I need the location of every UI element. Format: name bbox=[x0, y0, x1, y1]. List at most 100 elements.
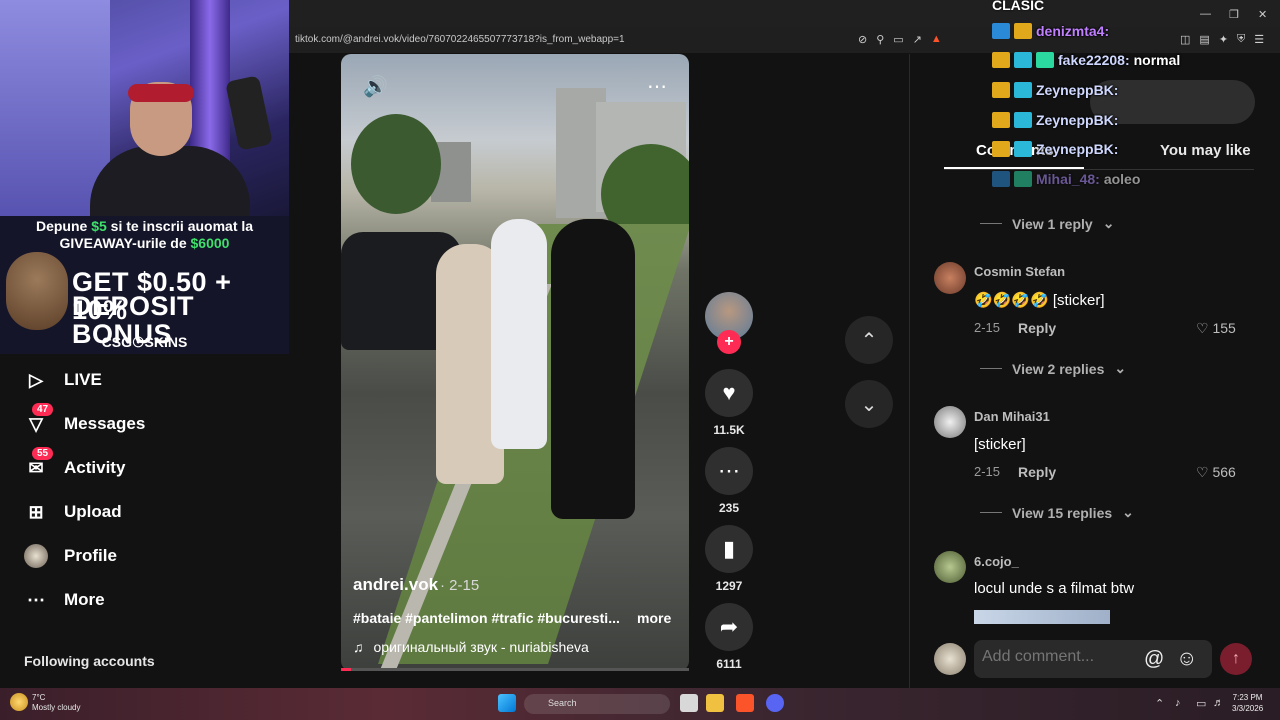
upload-icon: ⊞ bbox=[28, 501, 44, 522]
comment-image-thumbnail[interactable] bbox=[974, 610, 1110, 624]
start-icon[interactable] bbox=[498, 694, 516, 712]
discord-icon[interactable] bbox=[766, 694, 784, 712]
avatar[interactable] bbox=[934, 406, 966, 438]
post-comment-button[interactable]: ↑ bbox=[1220, 643, 1252, 675]
follow-plus-icon[interactable]: + bbox=[717, 330, 741, 354]
sidebar-item-activity[interactable]: ✉ 55 Activity bbox=[24, 447, 126, 484]
url-text[interactable]: tiktok.com/@andrei.vok/video/76070224655… bbox=[295, 34, 625, 45]
sidebar-item-more[interactable]: ⋯ More bbox=[24, 584, 105, 616]
close-icon[interactable]: ✕ bbox=[1258, 8, 1267, 21]
comment-author[interactable]: Cosmin Stefan bbox=[974, 264, 1065, 279]
tabs-divider bbox=[944, 169, 1254, 170]
like-action[interactable]: ♥ 11.5K bbox=[705, 369, 753, 437]
chat-message: fake22208: normal bbox=[992, 52, 1180, 68]
music-note-icon: ♫ bbox=[353, 639, 364, 655]
menu-icon[interactable]: ☰ bbox=[1254, 33, 1264, 46]
chevron-down-icon: ⌄ bbox=[1114, 360, 1127, 376]
sidebar-item-upload[interactable]: ⊞ Upload bbox=[24, 496, 121, 528]
minimize-icon[interactable]: — bbox=[1200, 8, 1211, 20]
following-accounts-title: Following accounts bbox=[24, 653, 155, 669]
view-replies-button[interactable]: View 2 replies ⌄ bbox=[980, 360, 1126, 377]
ai-icon[interactable]: ✦ bbox=[1219, 33, 1228, 46]
comment-text: [sticker] bbox=[974, 436, 1026, 453]
heart-icon[interactable]: ♥ bbox=[705, 369, 753, 417]
comment-like-button[interactable]: ♡ 566 bbox=[1196, 464, 1236, 481]
active-tab-indicator bbox=[944, 167, 1084, 169]
sidebar-item-label: LIVE bbox=[64, 370, 102, 389]
sidebar-item-label: Messages bbox=[64, 414, 146, 433]
video-author[interactable]: andrei.vok bbox=[353, 575, 438, 595]
comment-author[interactable]: Dan Mihai31 bbox=[974, 409, 1050, 424]
brave-browser-icon[interactable] bbox=[736, 694, 754, 712]
like-count: 11.5K bbox=[713, 423, 745, 437]
view-replies-button[interactable]: View 15 replies ⌄ bbox=[980, 504, 1134, 521]
live-icon: ▷ bbox=[29, 369, 43, 390]
cast-icon[interactable]: ▭ bbox=[893, 33, 903, 46]
network-icon[interactable]: ▭ bbox=[1196, 697, 1206, 710]
weather-icon[interactable] bbox=[10, 693, 28, 711]
vpn-icon[interactable]: ⛨ bbox=[1237, 33, 1245, 46]
avatar[interactable] bbox=[934, 551, 966, 583]
bookmark-icon[interactable]: ▮ bbox=[705, 525, 753, 573]
video-caption[interactable]: #bataie #pantelimon #trafic #bucuresti..… bbox=[353, 610, 633, 626]
sidebar-item-messages[interactable]: ▽ 47 Messages bbox=[24, 403, 146, 440]
chevron-up-icon: ⌃ bbox=[860, 329, 878, 352]
comment-input[interactable] bbox=[982, 648, 1132, 666]
file-explorer-icon[interactable] bbox=[706, 694, 724, 712]
comment-icon[interactable]: ⋯ bbox=[705, 447, 753, 495]
webcam-overlay bbox=[0, 0, 289, 216]
reply-button[interactable]: Reply bbox=[1018, 464, 1056, 480]
comment-like-button[interactable]: ♡ 155 bbox=[1196, 320, 1236, 337]
no-track-icon[interactable]: ⊘ bbox=[858, 33, 867, 46]
caption-more-link[interactable]: more bbox=[637, 610, 671, 626]
browser-toolbar-icons: ⊘ ⚲ ▭ ↗ ▲ bbox=[858, 33, 942, 46]
taskbar-search[interactable]: Search bbox=[524, 694, 670, 714]
tray-chevron-icon[interactable]: ⌃ bbox=[1155, 697, 1164, 710]
previous-video-button[interactable]: ⌃ bbox=[845, 316, 893, 364]
promo-line2: GIVEAWAY-urile de $6000 bbox=[59, 235, 230, 251]
comment-text: 🤣🤣🤣🤣 [sticker] bbox=[974, 292, 1105, 309]
volume-icon[interactable]: 🔊 bbox=[363, 74, 388, 99]
weather-widget[interactable]: 7°C Mostly cloudy bbox=[32, 693, 80, 713]
taskbar-clock[interactable]: 7:23 PM 3/3/2026 bbox=[1232, 692, 1263, 714]
sidebar-item-label: Activity bbox=[64, 458, 126, 477]
brave-shield-icon[interactable]: ▲ bbox=[931, 33, 942, 46]
video-music[interactable]: ♫ оригинальный звук - nuriabisheva bbox=[353, 639, 589, 655]
share-icon[interactable]: ↗ bbox=[913, 33, 922, 46]
reply-button[interactable]: Reply bbox=[1018, 320, 1056, 336]
zoom-icon[interactable]: ⚲ bbox=[876, 33, 884, 46]
video-progress-fill bbox=[341, 668, 352, 671]
activity-icon: ✉ 55 bbox=[24, 447, 54, 480]
chat-message: Mihai_48: aoleo bbox=[992, 171, 1140, 187]
chat-message: denizmta4: bbox=[992, 23, 1113, 39]
heart-outline-icon: ♡ bbox=[1196, 464, 1209, 480]
sidebar-item-live[interactable]: ▷ LIVE bbox=[24, 364, 102, 396]
sidebar-item-label: Profile bbox=[64, 546, 117, 565]
browser-right-icons: ◫ ▤ ✦ ⛨ ☰ bbox=[1180, 33, 1264, 46]
next-video-button[interactable]: ⌄ bbox=[845, 380, 893, 428]
sidebar-item-profile[interactable]: Profile bbox=[24, 540, 117, 572]
comment-action[interactable]: ⋯ 235 bbox=[705, 447, 753, 515]
view-replies-button[interactable]: View 1 reply ⌄ bbox=[980, 215, 1114, 232]
chevron-down-icon: ⌄ bbox=[860, 393, 878, 416]
share-arrow-icon[interactable]: ➦ bbox=[705, 603, 753, 651]
volume-tray-icon[interactable]: ♬ bbox=[1213, 697, 1224, 709]
task-view-icon[interactable] bbox=[680, 694, 698, 712]
avatar[interactable] bbox=[934, 262, 966, 294]
share-action[interactable]: ➦ 6111 bbox=[705, 603, 753, 671]
restore-icon[interactable]: ❐ bbox=[1229, 8, 1239, 21]
video-progress-bar[interactable] bbox=[341, 668, 689, 671]
chevron-down-icon: ⌄ bbox=[1122, 504, 1134, 520]
comment-text: locul unde s a filmat btw bbox=[974, 580, 1135, 597]
chat-message: ZeyneppBK: bbox=[992, 141, 1122, 157]
mention-icon[interactable]: @ bbox=[1144, 648, 1164, 671]
tab-you-may-like[interactable]: You may like bbox=[1160, 142, 1251, 159]
speaker-icon[interactable]: ♪ bbox=[1175, 697, 1181, 709]
comment-author[interactable]: 6.cojo_ bbox=[974, 554, 1019, 569]
emoji-icon[interactable]: ☺ bbox=[1176, 647, 1197, 671]
save-action[interactable]: ▮ 1297 bbox=[705, 525, 753, 593]
sidebar-toggle-icon[interactable]: ◫ bbox=[1180, 33, 1190, 46]
video-options-icon[interactable]: ⋯ bbox=[647, 74, 667, 99]
promo-line1: Depune $5 si te inscrii auomat la bbox=[35, 218, 254, 234]
wallet-icon[interactable]: ▤ bbox=[1199, 33, 1209, 46]
